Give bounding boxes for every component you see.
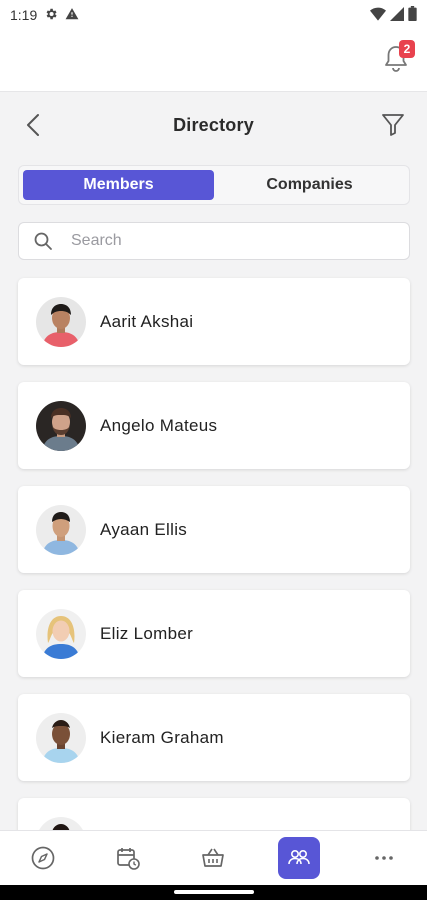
member-name: Ayaan Ellis bbox=[100, 519, 188, 539]
status-time: 1:19 bbox=[10, 7, 38, 23]
avatar bbox=[36, 504, 86, 555]
more-icon bbox=[375, 856, 394, 860]
basket-icon bbox=[202, 848, 225, 867]
search-bar bbox=[18, 222, 410, 260]
tab-explore[interactable] bbox=[22, 837, 64, 879]
filter-icon bbox=[382, 114, 404, 136]
member-name: Angelo Mateus bbox=[100, 415, 218, 435]
calendar-clock-icon bbox=[117, 848, 140, 870]
avatar bbox=[36, 608, 86, 659]
back-button[interactable] bbox=[22, 112, 46, 138]
tab-events[interactable] bbox=[107, 837, 149, 879]
member-name: Kieram Graham bbox=[100, 727, 224, 747]
compass-icon bbox=[31, 846, 55, 870]
chevron-left-icon bbox=[27, 114, 39, 136]
tab-shop[interactable] bbox=[192, 837, 234, 879]
notification-badge: 2 bbox=[399, 40, 415, 58]
search-icon bbox=[34, 232, 52, 250]
page-title: Directory bbox=[173, 114, 254, 135]
alert-triangle-icon bbox=[65, 7, 79, 24]
member-name: Aarit Akshai bbox=[100, 311, 194, 331]
member-card[interactable]: Eliz Lomber bbox=[18, 590, 410, 677]
people-icon bbox=[288, 850, 310, 865]
top-header: 2 bbox=[0, 30, 427, 92]
avatar bbox=[36, 400, 86, 451]
bottom-nav bbox=[0, 830, 427, 885]
wifi-icon bbox=[370, 7, 386, 24]
signal-icon bbox=[390, 6, 404, 24]
member-card[interactable]: Angelo Mateus bbox=[18, 382, 410, 469]
member-list: Aarit Akshai Angelo Mateus Ayaan Ellis E… bbox=[18, 278, 410, 900]
status-bar: 1:19 bbox=[0, 0, 427, 30]
avatar bbox=[36, 296, 86, 347]
avatar bbox=[36, 712, 86, 763]
home-gesture-handle[interactable] bbox=[174, 890, 254, 894]
filter-button[interactable] bbox=[381, 112, 405, 138]
tab-directory[interactable] bbox=[277, 837, 320, 879]
directory-segmented-control: Members Companies bbox=[18, 165, 410, 205]
member-card[interactable]: Kieram Graham bbox=[18, 694, 410, 781]
tab-members[interactable]: Members bbox=[23, 170, 214, 200]
tab-companies[interactable]: Companies bbox=[214, 170, 405, 200]
settings-gear-icon bbox=[44, 7, 58, 24]
tab-more[interactable] bbox=[363, 837, 405, 879]
search-input[interactable] bbox=[71, 232, 371, 250]
member-card[interactable]: Ayaan Ellis bbox=[18, 486, 410, 573]
member-name: Eliz Lomber bbox=[100, 623, 194, 643]
battery-icon bbox=[408, 6, 417, 24]
notification-button[interactable]: 2 bbox=[383, 40, 415, 74]
member-card[interactable]: Aarit Akshai bbox=[18, 278, 410, 365]
nav-bar: Directory bbox=[0, 92, 427, 158]
